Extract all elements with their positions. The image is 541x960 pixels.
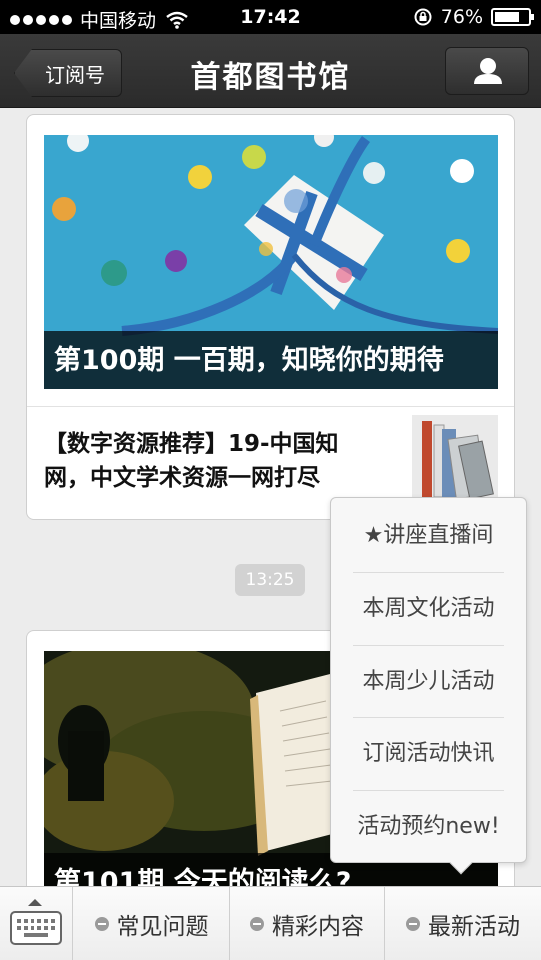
rotation-lock-icon (414, 8, 432, 26)
article-card[interactable]: 第100期 一百期，知晓你的期待 【数字资源推荐】19-中国知网，中文学术资源一… (26, 114, 515, 520)
menu-tab-label: 最新活动 (428, 914, 520, 940)
sub-article-thumbnail[interactable] (412, 415, 498, 501)
user-icon (474, 58, 502, 84)
nav-bar: 订阅号 首都图书馆 (0, 34, 541, 108)
divider (27, 406, 514, 407)
timestamp-badge: 13:25 (235, 564, 305, 596)
menu-item-lecture-live[interactable]: ★讲座直播间 (331, 500, 526, 572)
menu-item-weekly-culture[interactable]: 本周文化活动 (331, 573, 526, 645)
status-bar: 中国移动 17:42 76% (0, 0, 541, 34)
menu-dot-icon (94, 917, 109, 931)
menu-item-weekly-children[interactable]: 本周少儿活动 (331, 646, 526, 718)
keyboard-icon (10, 911, 62, 945)
menu-item-booking[interactable]: 活动预约new! (331, 791, 526, 863)
battery-icon (491, 8, 534, 26)
battery-percent: 76% (440, 6, 483, 28)
menu-tab-highlights[interactable]: 精彩内容 (230, 887, 385, 960)
menu-tab-label: 常见问题 (116, 914, 209, 940)
menu-item-subscribe-news[interactable]: 订阅活动快讯 (331, 718, 526, 790)
cover-article[interactable]: 第100期 一百期，知晓你的期待 (44, 135, 498, 389)
menu-tab-faq[interactable]: 常见问题 (74, 887, 230, 960)
caret-up-icon (28, 899, 42, 906)
menu-tab-latest-activities[interactable]: 最新活动 (385, 887, 541, 960)
activity-submenu: ★讲座直播间 本周文化活动 本周少儿活动 订阅活动快讯 活动预约new! (330, 497, 527, 875)
menu-tab-label: 精彩内容 (272, 914, 364, 940)
bottom-menu-bar: 常见问题 精彩内容 最新活动 (0, 886, 541, 960)
books-image (412, 415, 498, 501)
sub-article-title[interactable]: 【数字资源推荐】19-中国知网，中文学术资源一网打尽 (44, 427, 384, 495)
cover-caption: 第100期 一百期，知晓你的期待 (44, 331, 498, 389)
menu-dot-icon (250, 917, 264, 931)
menu-dot-icon (406, 917, 420, 931)
keyboard-toggle-button[interactable] (0, 887, 73, 960)
profile-button[interactable] (445, 47, 529, 95)
